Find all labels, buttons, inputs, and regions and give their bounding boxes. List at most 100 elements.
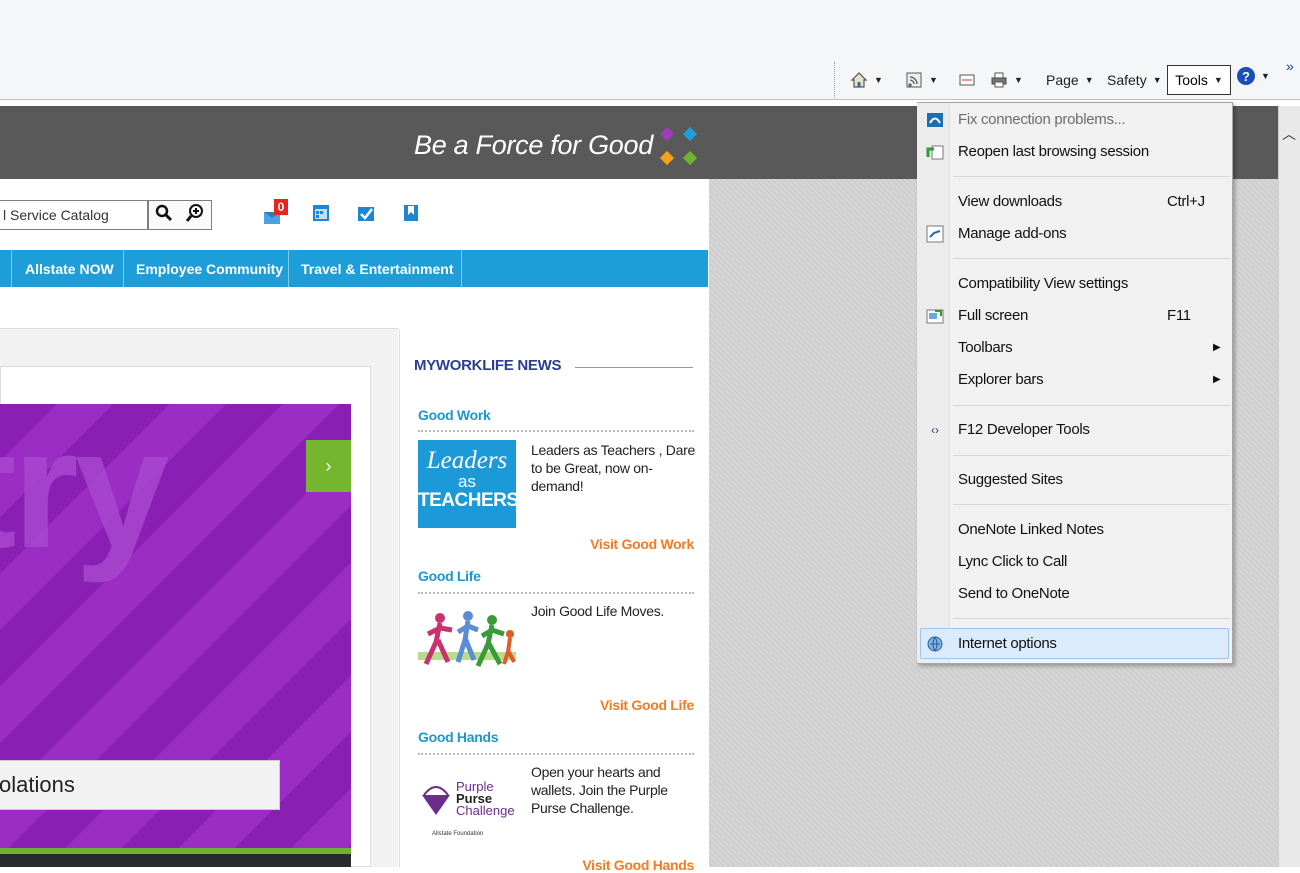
section-title-good-hands[interactable]: Good Hands: [418, 729, 499, 745]
tasks-button[interactable]: [357, 204, 375, 222]
menu-item-toolbars[interactable]: Toolbars: [958, 339, 1013, 356]
bookmark-icon: [404, 205, 418, 221]
menu-separator: [953, 618, 1230, 619]
menu-separator: [953, 504, 1230, 505]
visit-good-hands-link[interactable]: Visit Good Hands: [582, 857, 694, 873]
menu-separator: [953, 405, 1230, 406]
leaders-as-teachers-image[interactable]: Leaders as TEACHERS: [418, 440, 519, 528]
menu-item-compatibility-view[interactable]: Compatibility View settings: [958, 275, 1128, 292]
home-icon: [850, 71, 868, 89]
nav-tab-travel-entertainment[interactable]: Travel & Entertainment: [301, 250, 454, 287]
news-heading: MYWORKLIFE NEWS: [414, 357, 562, 374]
safety-menu-button[interactable]: Safety ▼: [1107, 66, 1162, 94]
command-bar-divider: [0, 99, 1300, 100]
internet-options-icon: [925, 635, 945, 653]
visit-good-work-link[interactable]: Visit Good Work: [590, 536, 694, 552]
chevron-down-icon: ▼: [1213, 75, 1223, 85]
bookmarks-button[interactable]: [402, 204, 420, 222]
browser-command-bar: [0, 0, 1300, 100]
more-commands-icon[interactable]: »: [1286, 58, 1294, 74]
tools-menu-label: Tools: [1175, 72, 1208, 88]
menu-item-lync-click-to-call[interactable]: Lync Click to Call: [958, 553, 1067, 570]
chevron-down-icon[interactable]: ▼: [929, 75, 938, 85]
feeds-button[interactable]: ▼: [905, 66, 938, 94]
visit-good-life-link[interactable]: Visit Good Life: [600, 697, 694, 713]
reopen-session-icon: [925, 143, 945, 161]
shortcut-ctrl-j: Ctrl+J: [1167, 193, 1205, 210]
chevron-down-icon: ▼: [1261, 71, 1270, 81]
section-title-good-work[interactable]: Good Work: [418, 407, 491, 423]
advanced-search-icon[interactable]: [185, 203, 205, 228]
nav-divider: [288, 250, 289, 287]
nav-tab-allstate-now[interactable]: Allstate NOW: [25, 250, 114, 287]
menu-item-suggested-sites[interactable]: Suggested Sites: [958, 471, 1063, 488]
nav-tab-employee-community[interactable]: Employee Community: [136, 250, 283, 287]
menu-item-internet-options[interactable]: Internet options: [958, 635, 1057, 652]
chevron-down-icon[interactable]: ▼: [874, 75, 883, 85]
message-count-badge: 0: [274, 199, 288, 215]
carousel-indicator-bar: [0, 848, 351, 867]
nav-divider: [123, 250, 124, 287]
fix-connection-icon: [925, 111, 945, 129]
news-heading-rule: [575, 367, 693, 368]
menu-item-fix-connection[interactable]: Fix connection problems...: [958, 111, 1126, 128]
menu-item-reopen-session[interactable]: Reopen last browsing session: [958, 143, 1149, 160]
purse-icon: [422, 786, 450, 815]
search-buttons[interactable]: [148, 200, 212, 230]
mail-icon: [958, 71, 976, 89]
menu-item-send-to-onenote[interactable]: Send to OneNote: [958, 585, 1070, 602]
submenu-arrow-icon: ▶: [1213, 374, 1221, 385]
banner-tagline: Be a Force for Good: [414, 130, 653, 160]
section-text-good-hands: Open your hearts and wallets. Join the P…: [531, 764, 668, 816]
home-button[interactable]: ▼: [850, 66, 883, 94]
search-input[interactable]: l Service Catalog: [0, 200, 148, 230]
menu-item-developer-tools[interactable]: F12 Developer Tools: [958, 421, 1090, 438]
menu-item-view-downloads[interactable]: View downloads: [958, 193, 1062, 210]
search-icon[interactable]: [155, 204, 173, 227]
developer-tools-icon: ‹›: [931, 423, 939, 437]
menu-item-manage-addons[interactable]: Manage add-ons: [958, 225, 1067, 242]
toolbar-grip[interactable]: [834, 62, 836, 98]
chevron-down-icon: ▼: [1084, 75, 1094, 85]
scroll-up-icon[interactable]: ︿: [1279, 124, 1299, 144]
read-mail-button[interactable]: [958, 66, 976, 94]
menu-item-onenote-linked-notes[interactable]: OneNote Linked Notes: [958, 521, 1104, 538]
chevron-down-icon: ▼: [1152, 75, 1162, 85]
tools-menu-button[interactable]: Tools ▼: [1167, 65, 1231, 95]
menu-item-explorer-bars[interactable]: Explorer bars: [958, 371, 1044, 388]
hero-caption[interactable]: olations: [0, 760, 280, 810]
good-life-image[interactable]: [418, 606, 516, 688]
help-icon: ?: [1237, 67, 1255, 85]
menu-separator: [953, 176, 1230, 177]
help-menu-button[interactable]: ? ▼: [1237, 67, 1270, 85]
carousel-next-button[interactable]: ›: [306, 440, 351, 492]
menu-separator: [953, 455, 1230, 456]
print-icon: [990, 71, 1008, 89]
manage-addons-icon: [925, 225, 945, 243]
menu-icon-gutter: [917, 103, 950, 663]
calendar-icon: [313, 205, 329, 221]
menu-separator: [953, 258, 1230, 259]
section-rule: [418, 753, 694, 755]
menu-item-full-screen[interactable]: Full screen: [958, 307, 1028, 324]
section-rule: [418, 430, 694, 432]
nav-divider: [461, 250, 462, 287]
page-menu-label: Page: [1046, 72, 1079, 88]
calendar-button[interactable]: [312, 204, 330, 222]
section-rule: [418, 592, 694, 594]
section-title-good-life[interactable]: Good Life: [418, 568, 481, 584]
hero-background-text: try: [0, 394, 169, 584]
section-text-good-life: Join Good Life Moves.: [531, 603, 664, 619]
purple-purse-challenge-logo[interactable]: Purple Purse Challenge Allstate Foundati…: [418, 775, 518, 843]
print-button[interactable]: ▼: [990, 66, 1023, 94]
vertical-scrollbar[interactable]: [1278, 106, 1300, 867]
shortcut-f11: F11: [1167, 307, 1191, 324]
nav-divider: [11, 250, 12, 287]
safety-menu-label: Safety: [1107, 72, 1147, 88]
chevron-down-icon[interactable]: ▼: [1014, 75, 1023, 85]
submenu-arrow-icon: ▶: [1213, 342, 1221, 353]
feeds-icon: [905, 71, 923, 89]
page-menu-button[interactable]: Page ▼: [1046, 66, 1094, 94]
checklist-icon: [358, 207, 374, 221]
section-text-good-work: Leaders as Teachers , Dare to be Great, …: [531, 442, 695, 494]
